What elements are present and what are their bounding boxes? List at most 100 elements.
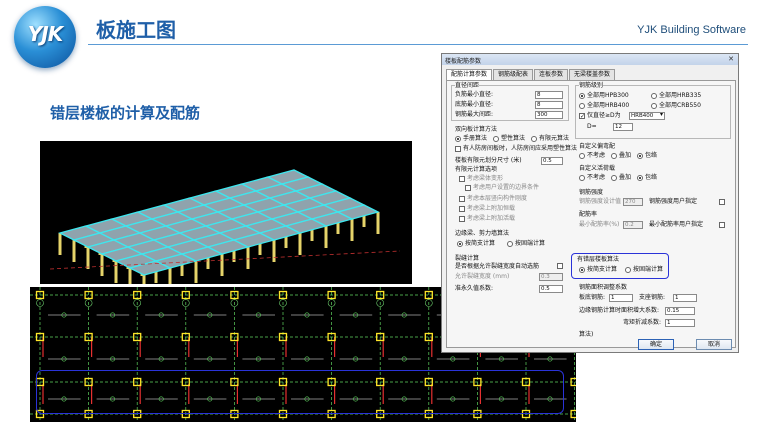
tab-flat-slab[interactable]: 无梁楼盖参数 [569,69,616,80]
grade-hrb400-radio[interactable] [579,103,585,109]
slab-bottom-label: 板底钢筋: [579,294,606,301]
custom-none-radio[interactable] [579,175,585,181]
tab-continuous-slab[interactable]: 连板参数 [534,69,569,80]
algorithm-note: 算法) [579,331,594,338]
fire-add-radio[interactable] [611,153,617,159]
method-manual-label: 手册算法 [463,135,488,142]
fem-opt1-checkbox[interactable] [459,176,465,182]
method-plastic-label: 塑性算法 [501,135,526,142]
fem-size-input[interactable]: 0.5 [541,157,563,165]
method-manual-radio[interactable] [455,136,461,142]
staggered-fixed-radio[interactable] [625,267,631,273]
min-ratio-user-label: 最小配筋率用户指定 [649,221,704,228]
model-3d-view [40,141,412,284]
custom-live-header: 自定义活荷载 [579,165,616,172]
staggered-simple-radio[interactable] [579,267,585,273]
slab-bottom-input[interactable]: 1 [609,294,633,302]
max-spacing-label: 钢筋最大间距: [455,111,494,118]
close-icon[interactable]: ✕ [726,55,736,64]
max-spacing-input[interactable]: 300 [535,111,563,119]
model-column [100,254,104,276]
model-column [58,233,62,255]
grade-hrb335-radio[interactable] [651,93,657,99]
only-dia-label: 仅直径≥D为 [587,112,621,119]
crack-auto-checkbox[interactable] [557,263,563,269]
strength-user-checkbox[interactable] [719,199,725,205]
boundary-fixed-label: 按固端计算 [515,240,546,247]
fem-size-label: 楼板有限元划分尺寸 (米) [455,157,522,164]
quasi-input[interactable]: 0.5 [539,285,563,293]
method-fem-label: 有限元算法 [539,135,570,142]
fem-opt2-label: 考虑用户设置的边界条件 [473,184,540,191]
header-divider [88,44,748,45]
d-input[interactable]: 12 [613,123,633,131]
fem-opt2-checkbox[interactable] [465,185,471,191]
staggered-fixed-label: 按固端计算 [633,266,664,273]
fire-none-radio[interactable] [579,153,585,159]
ok-button[interactable]: 确定 [638,339,674,350]
strength-input[interactable]: 270 [623,198,643,206]
model-column [298,233,302,255]
staggered-header: 有错层楼板算法 [577,256,620,263]
boundary-simple-label: 按简支计算 [465,240,496,247]
model-column [246,247,250,269]
custom-add-radio[interactable] [611,175,617,181]
edge-input[interactable]: 0.15 [665,307,695,315]
fem-opt5-checkbox[interactable] [459,216,465,222]
model-column [350,219,354,241]
only-dia-checkbox[interactable]: ✓ [579,113,585,120]
page-title: 板施工图 [96,18,176,42]
custom-add-label: 叠加 [619,174,632,181]
fem-opt4-label: 考虑梁上附加恒载 [467,205,516,212]
fem-opt4-checkbox[interactable] [459,206,465,212]
custom-envelope-label: 包络 [645,174,658,181]
slab-reinforcement-dialog: 楼板配筋参数 ✕ 配筋计算参数 钢筋级配表 连板参数 无梁楼盖参数 直径间距 负… [441,53,739,353]
brand-name: YJK Building Software [637,24,746,36]
model-column [114,261,118,283]
grade-crb550-radio[interactable] [651,103,657,109]
min-ratio-input[interactable]: 0.2 [623,221,643,229]
crack-width-label: 允许裂缝宽度 (mm) [455,273,510,280]
bot-min-dia-input[interactable]: 8 [535,101,563,109]
crack-header: 裂缝计算 [455,255,480,262]
ratio-header: 配筋率 [579,211,598,218]
model-column [272,240,276,262]
reduce-label: 弯矩折减系数: [623,319,662,326]
fire-none-label: 不考虑 [587,152,606,159]
min-ratio-user-checkbox[interactable] [719,222,725,228]
fire-envelope-radio[interactable] [637,153,643,159]
model-column [168,268,172,284]
tab-calc-params[interactable]: 配筋计算参数 [446,69,493,80]
crack-width-input[interactable]: 0.3 [539,273,563,281]
model-column [376,212,380,234]
support-input[interactable]: 1 [673,294,697,302]
method-plastic-radio[interactable] [493,136,499,142]
custom-envelope-radio[interactable] [637,175,643,181]
fire-bend-header: 自定义偏弯配 [579,143,616,150]
grade-hpb300-label: 全部用HPB300 [587,92,629,99]
grade-hrb400-label: 全部用HRB400 [587,102,630,109]
dialog-tabs: 配筋计算参数 钢筋级配表 连板参数 无梁楼盖参数 [446,69,616,80]
boundary-fixed-radio[interactable] [507,241,513,247]
model-column [86,247,90,269]
reduce-input[interactable]: 1 [665,319,695,327]
tab-rebar-table[interactable]: 钢筋级配表 [493,69,534,80]
neg-min-dia-input[interactable]: 8 [535,91,563,99]
support-label: 支座钢筋: [639,294,666,301]
only-dia-select[interactable]: HRB400 [629,112,665,120]
strength-user-label: 钢筋强度用户指定 [649,198,698,205]
staggered-slab-highlight [36,370,564,414]
strength-header: 钢筋强度 [579,189,604,196]
model-column [128,268,132,284]
civil-defense-checkbox[interactable] [455,146,461,152]
custom-none-label: 不考虑 [587,174,606,181]
grade-hpb300-radio[interactable] [579,93,585,99]
boundary-simple-radio[interactable] [457,241,463,247]
method-fem-radio[interactable] [531,136,537,142]
fem-opt3-checkbox[interactable] [459,196,465,202]
cancel-button[interactable]: 取消 [696,339,732,350]
civil-defense-label: 有人防房间板时，人防房间应采用塑性算法 [463,145,578,152]
boundary-header: 边缘梁、剪力墙算法 [455,230,510,237]
strength-label: 钢筋强度设计值 [579,198,622,205]
dialog-title: 楼板配筋参数 [442,54,738,65]
